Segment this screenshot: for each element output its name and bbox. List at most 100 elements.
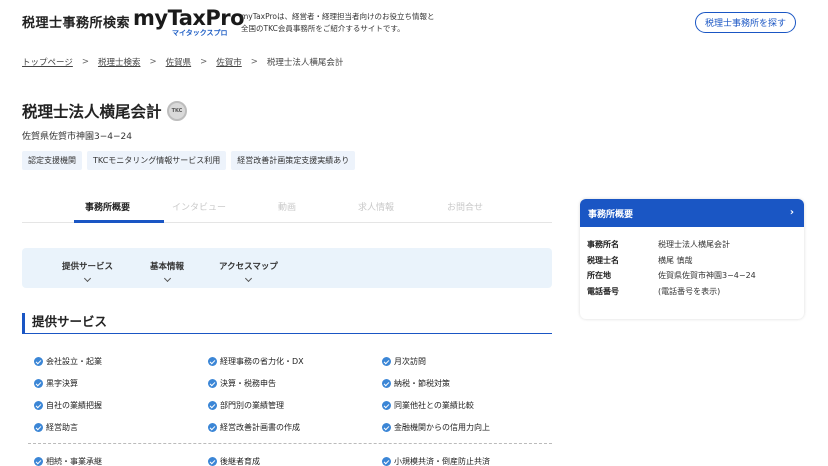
service-label: 黒字決算 (46, 379, 78, 388)
service-label: 会社設立・起業 (46, 357, 102, 366)
service-label: 納税・節税対策 (394, 379, 450, 388)
service-item: 金融機関からの信用力向上 (382, 422, 490, 433)
tag-certified-support: 認定支援機関 (22, 151, 82, 170)
service-label: 経理事務の省力化・DX (220, 357, 304, 366)
service-label: 相続・事業承継 (46, 457, 102, 466)
tagline-line: myTaxProは、経営者・経理担当者向けのお役立ち情報と (241, 12, 435, 21)
service-row: 相続・事業承継 後継者育成 小規模共済・倒産防止共済 (34, 456, 552, 466)
service-item: 同業他社との業績比較 (382, 400, 474, 411)
breadcrumb-separator: > (200, 57, 208, 67)
subnav-access-map[interactable]: アクセスマップ (219, 260, 278, 283)
page-tabs: 事務所概要 インタビュー 動画 求人情報 お問合せ (22, 196, 552, 223)
tag-improvement-plan: 経営改善計画策定支援実績あり (231, 151, 356, 170)
office-summary-body: 事務所名 税理士法人横尾会計 税理士名 横尾 慎哉 所在地 佐賀県佐賀市神園3−… (580, 227, 804, 299)
section-heading-services: 提供サービス (22, 313, 552, 334)
check-circle-icon (208, 457, 217, 466)
summary-value: 横尾 慎哉 (658, 255, 693, 265)
check-circle-icon (208, 357, 217, 366)
check-circle-icon (382, 457, 391, 466)
tag-tkc-monitoring: TKCモニタリング情報サービス利用 (87, 151, 227, 170)
breadcrumb-link-prefecture[interactable]: 佐賀県 (166, 56, 192, 68)
tab-jobs: 求人情報 (358, 203, 395, 213)
site-tagline: myTaxProは、経営者・経理担当者向けのお役立ち情報と 全国のTKC会員事務… (241, 11, 441, 35)
office-tags: 認定支援機関 TKCモニタリング情報サービス利用 経営改善計画策定支援実績あり (22, 151, 356, 170)
service-item: 決算・税務申告 (208, 378, 276, 389)
service-item: 後継者育成 (208, 456, 260, 466)
check-circle-icon (382, 401, 391, 410)
tab-video: 動画 (278, 203, 297, 213)
office-summary-header[interactable]: 事務所概要 › (580, 199, 804, 227)
check-circle-icon (34, 357, 43, 366)
office-address: 佐賀県佐賀市神園3−4−24 (22, 132, 132, 142)
summary-row-address: 所在地 佐賀県佐賀市神園3−4−24 (587, 268, 797, 284)
services-divider (28, 443, 552, 444)
service-label: 金融機関からの信用力向上 (394, 423, 490, 432)
tab-interview: インタビュー (172, 203, 227, 213)
breadcrumb-current: 税理士法人横尾会計 (266, 58, 344, 68)
chevron-down-icon (83, 274, 92, 283)
find-office-button[interactable]: 税理士事務所を探す (695, 12, 796, 33)
check-circle-icon (208, 401, 217, 410)
check-circle-icon (382, 423, 391, 432)
check-circle-icon (382, 379, 391, 388)
section-subnav: 提供サービス 基本情報 アクセスマップ (22, 248, 552, 288)
service-item: 黒字決算 (34, 378, 78, 389)
service-item: 会社設立・起業 (34, 356, 102, 367)
page-title: 税理士法人横尾会計 (22, 103, 162, 121)
summary-row-accountant: 税理士名 横尾 慎哉 (587, 253, 797, 269)
chevron-down-icon (244, 274, 252, 283)
subnav-services[interactable]: 提供サービス (62, 260, 114, 283)
service-label: 自社の業績把握 (46, 401, 102, 410)
services-list: 会社設立・起業 経理事務の省力化・DX 月次訪問 黒字決算 決算・税務申告 納税… (34, 356, 552, 466)
breadcrumb-separator: > (250, 57, 258, 67)
service-label: 後継者育成 (220, 457, 260, 466)
brand-kana: マイタックスプロ (172, 29, 228, 37)
office-summary-title: 事務所概要 (588, 209, 634, 220)
tab-contact: お問合せ (447, 203, 484, 213)
service-label: 経営改善計画書の作成 (220, 423, 300, 432)
brand-logo[interactable]: myTaxPro (133, 6, 245, 30)
check-circle-icon (208, 423, 217, 432)
subnav-label: 提供サービス (62, 262, 114, 272)
service-item: 小規模共済・倒産防止共済 (382, 456, 490, 466)
breadcrumb: トップページ > 税理士検索 > 佐賀県 > 佐賀市 > 税理士法人横尾会計 (22, 56, 343, 68)
breadcrumb-separator: > (81, 57, 89, 67)
breadcrumb-separator: > (149, 57, 157, 67)
show-phone-link[interactable]: (電話番号を表示) (658, 286, 720, 297)
chevron-right-icon: › (789, 207, 794, 218)
tagline-line: 全国のTKC会員事務所をご紹介するサイトです。 (241, 24, 405, 33)
service-item: 相続・事業承継 (34, 456, 102, 466)
brand-title-jp[interactable]: 税理士事務所検索 (22, 12, 130, 31)
check-circle-icon (34, 401, 43, 410)
tkc-member-badge-icon: TKC (167, 101, 187, 121)
summary-row-phone: 電話番号 (電話番号を表示) (587, 284, 797, 300)
subnav-label: アクセスマップ (219, 262, 278, 272)
check-circle-icon (34, 423, 43, 432)
service-row: 会社設立・起業 経理事務の省力化・DX 月次訪問 (34, 356, 552, 378)
service-item: 月次訪問 (382, 356, 426, 367)
service-item: 経理事務の省力化・DX (208, 356, 304, 367)
service-row: 経営助言 経営改善計画書の作成 金融機関からの信用力向上 (34, 422, 552, 444)
chevron-down-icon (163, 274, 171, 283)
breadcrumb-link-city[interactable]: 佐賀市 (216, 56, 242, 68)
service-item: 部門別の業績管理 (208, 400, 284, 411)
subnav-basic-info[interactable]: 基本情報 (150, 260, 185, 283)
subnav-label: 基本情報 (150, 262, 185, 272)
check-circle-icon (382, 357, 391, 366)
summary-value: 佐賀県佐賀市神園3−4−24 (658, 271, 756, 281)
breadcrumb-link-search[interactable]: 税理士検索 (98, 56, 141, 68)
summary-value: 税理士法人横尾会計 (658, 240, 730, 250)
service-item: 経営助言 (34, 422, 78, 433)
summary-key: 所在地 (587, 271, 611, 281)
breadcrumb-link-top[interactable]: トップページ (22, 56, 73, 68)
service-label: 小規模共済・倒産防止共済 (394, 457, 490, 466)
summary-row-name: 事務所名 税理士法人横尾会計 (587, 237, 797, 253)
active-tab-indicator (74, 220, 164, 223)
service-label: 決算・税務申告 (220, 379, 276, 388)
site-header: 税理士事務所検索 myTaxPro マイタックスプロ myTaxProは、経営者… (0, 0, 828, 44)
tab-overview[interactable]: 事務所概要 (85, 200, 130, 213)
check-circle-icon (208, 379, 217, 388)
service-label: 月次訪問 (394, 357, 426, 366)
summary-key: 事務所名 (587, 240, 619, 250)
service-item: 経営改善計画書の作成 (208, 422, 300, 433)
